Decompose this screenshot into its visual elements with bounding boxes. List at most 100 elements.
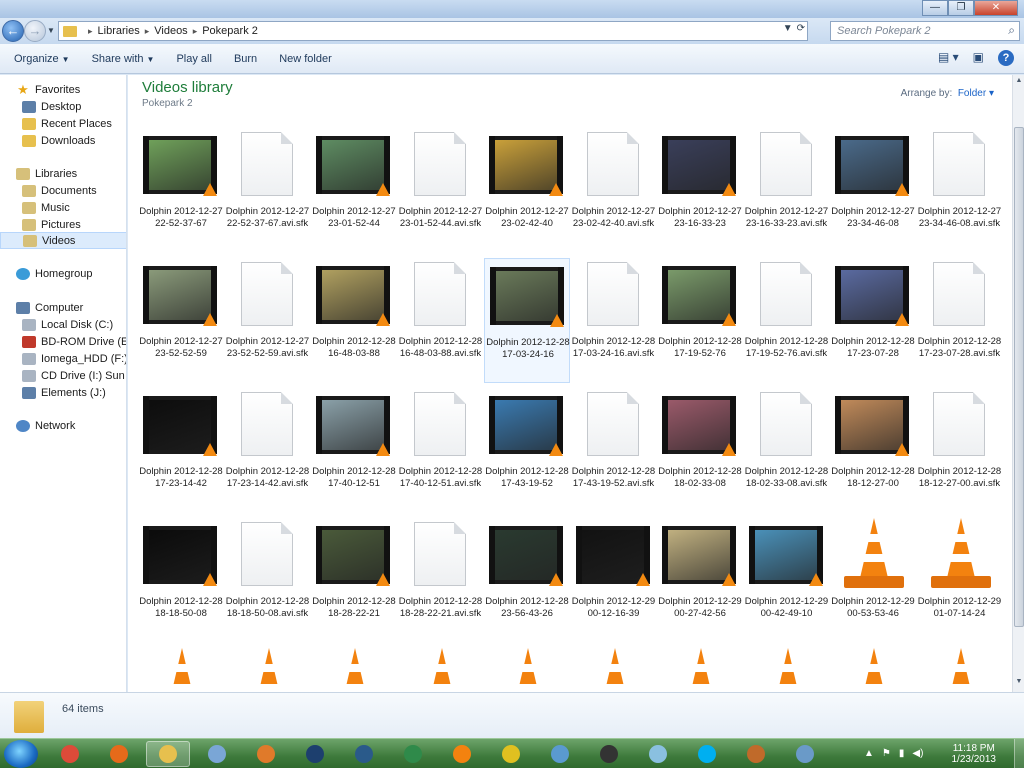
nav-elements[interactable]: Elements (J:) [0, 384, 126, 401]
nav-recent-places[interactable]: Recent Places [0, 115, 126, 132]
nav-downloads[interactable]: Downloads [0, 132, 126, 149]
file-item[interactable]: Dolphin 2012-12-29 00-27-42-56 [657, 518, 743, 643]
flag-icon[interactable]: ⚑ [882, 748, 891, 759]
file-item[interactable]: Dolphin 2012-12-27 23-16-33-23 [657, 128, 743, 253]
taskbar-app[interactable] [685, 741, 729, 767]
maximize-button[interactable]: ❐ [948, 0, 974, 16]
scroll-up-icon[interactable]: ▲ [1014, 77, 1024, 89]
file-item[interactable]: Dolphin 2012-12-27 23-34-46-08 [830, 128, 916, 253]
file-item[interactable]: Dolphin 2012-12-28 18-28-22-21.avi.sfk [398, 518, 484, 643]
taskbar-app[interactable] [538, 741, 582, 767]
scrollbar-thumb[interactable] [1014, 127, 1024, 627]
nav-documents[interactable]: Documents [0, 182, 126, 199]
nav-iomega[interactable]: Iomega_HDD (F:) [0, 350, 126, 367]
close-button[interactable]: ✕ [974, 0, 1018, 16]
file-item[interactable]: Dolphin 2012-12-29 00-12-16-39 [571, 518, 657, 643]
minimize-button[interactable]: — [922, 0, 948, 16]
file-item[interactable]: Dolphin 2012-12-28 18-02-33-08.avi.sfk [744, 388, 830, 513]
file-item[interactable]: Dolphin 2012-12-29 00-53-53-46 [830, 518, 916, 643]
taskbar-app[interactable] [48, 741, 92, 767]
file-item[interactable] [225, 648, 311, 692]
vertical-scrollbar[interactable]: ▲ ▼ [1012, 75, 1024, 692]
file-item[interactable]: Dolphin 2012-12-28 17-19-52-76.avi.sfk [744, 258, 830, 383]
nav-local-disk[interactable]: Local Disk (C:) [0, 316, 126, 333]
nav-favorites[interactable]: ★ Favorites [0, 81, 126, 98]
file-item[interactable]: Dolphin 2012-12-28 17-19-52-76 [657, 258, 743, 383]
back-button[interactable]: ← [2, 20, 24, 42]
file-item[interactable] [138, 648, 224, 692]
start-button[interactable] [4, 740, 38, 768]
file-item[interactable]: Dolphin 2012-12-28 16-48-03-88 [311, 258, 397, 383]
file-item[interactable]: Dolphin 2012-12-28 18-18-50-08 [138, 518, 224, 643]
file-item[interactable]: Dolphin 2012-12-28 23-56-43-26 [484, 518, 570, 643]
nav-music[interactable]: Music [0, 199, 126, 216]
address-bar[interactable]: ▸ Libraries ▸ Videos ▸ Pokepark 2 ▼ ⟳ [58, 21, 808, 41]
help-icon[interactable]: ? [998, 50, 1014, 66]
file-item[interactable]: Dolphin 2012-12-27 23-52-52-59.avi.sfk [225, 258, 311, 383]
nav-computer[interactable]: Computer [0, 299, 126, 316]
taskbar-app[interactable] [440, 741, 484, 767]
file-item[interactable]: Dolphin 2012-12-27 23-01-52-44 [311, 128, 397, 253]
play-all-button[interactable]: Play all [176, 53, 211, 65]
taskbar-app[interactable] [587, 741, 631, 767]
arrange-by[interactable]: Arrange by: Folder ▾ [901, 88, 994, 99]
file-item[interactable] [744, 648, 830, 692]
file-item[interactable] [398, 648, 484, 692]
file-item[interactable] [311, 648, 397, 692]
nav-pictures[interactable]: Pictures [0, 216, 126, 233]
file-item[interactable]: Dolphin 2012-12-27 23-34-46-08.avi.sfk [917, 128, 1003, 253]
nav-libraries[interactable]: Libraries [0, 165, 126, 182]
scroll-down-icon[interactable]: ▼ [1014, 678, 1024, 690]
file-item[interactable]: Dolphin 2012-12-28 18-12-27-00 [830, 388, 916, 513]
file-item[interactable] [830, 648, 916, 692]
file-item[interactable]: Dolphin 2012-12-28 17-23-07-28.avi.sfk [917, 258, 1003, 383]
view-options-icon[interactable]: ▤ ▾ [938, 50, 959, 66]
taskbar-app[interactable] [391, 741, 435, 767]
nav-videos[interactable]: Videos [0, 232, 126, 249]
file-item[interactable]: Dolphin 2012-12-28 18-18-50-08.avi.sfk [225, 518, 311, 643]
preview-pane-icon[interactable]: ▣ [973, 50, 984, 66]
burn-button[interactable]: Burn [234, 53, 257, 65]
clock[interactable]: 11:18 PM 1/23/2013 [952, 743, 997, 765]
nav-network[interactable]: Network [0, 417, 126, 434]
nav-desktop[interactable]: Desktop [0, 98, 126, 115]
refresh-icon[interactable]: ⟳ [797, 23, 805, 34]
taskbar-app[interactable] [293, 741, 337, 767]
file-item[interactable]: Dolphin 2012-12-29 00-42-49-10 [744, 518, 830, 643]
file-item[interactable]: Dolphin 2012-12-28 16-48-03-88.avi.sfk [398, 258, 484, 383]
file-item[interactable]: Dolphin 2012-12-27 23-02-42-40.avi.sfk [571, 128, 657, 253]
file-item[interactable]: Dolphin 2012-12-28 17-03-24-16 [484, 258, 570, 383]
show-hidden-icons-icon[interactable]: ▲ [864, 748, 874, 759]
file-item[interactable]: Dolphin 2012-12-28 17-40-12-51 [311, 388, 397, 513]
window-titlebar[interactable]: — ❐ ✕ [0, 0, 1024, 18]
recent-pages-dropdown[interactable]: ▼ [47, 26, 55, 35]
search-icon[interactable]: ⌕ [1008, 23, 1015, 38]
file-item[interactable]: Dolphin 2012-12-27 23-16-33-23.avi.sfk [744, 128, 830, 253]
file-list-pane[interactable]: Videos library Pokepark 2 Arrange by: Fo… [128, 75, 1012, 692]
volume-icon[interactable]: ◀) [912, 748, 923, 759]
taskbar-app[interactable] [636, 741, 680, 767]
taskbar-app[interactable] [489, 741, 533, 767]
forward-button[interactable]: → [24, 20, 46, 42]
nav-bd-rom[interactable]: BD-ROM Drive (E:) B [0, 333, 126, 350]
taskbar-app[interactable] [146, 741, 190, 767]
file-item[interactable] [484, 648, 570, 692]
nav-cd-drive[interactable]: CD Drive (I:) Sun Bro [0, 367, 126, 384]
file-item[interactable]: Dolphin 2012-12-28 18-12-27-00.avi.sfk [917, 388, 1003, 513]
file-item[interactable]: Dolphin 2012-12-28 17-40-12-51.avi.sfk [398, 388, 484, 513]
file-item[interactable]: Dolphin 2012-12-28 17-23-07-28 [830, 258, 916, 383]
taskbar-app[interactable] [244, 741, 288, 767]
taskbar-app[interactable] [195, 741, 239, 767]
file-item[interactable]: Dolphin 2012-12-27 22-52-37-67.avi.sfk [225, 128, 311, 253]
search-input[interactable]: Search Pokepark 2 ⌕ [830, 21, 1020, 41]
file-item[interactable]: Dolphin 2012-12-27 23-02-42-40 [484, 128, 570, 253]
file-item[interactable] [917, 648, 1003, 692]
show-desktop-button[interactable] [1014, 739, 1024, 768]
address-dropdown-icon[interactable]: ▼ [783, 23, 793, 34]
file-item[interactable]: Dolphin 2012-12-28 17-03-24-16.avi.sfk [571, 258, 657, 383]
file-item[interactable]: Dolphin 2012-12-28 18-28-22-21 [311, 518, 397, 643]
file-item[interactable]: Dolphin 2012-12-28 18-02-33-08 [657, 388, 743, 513]
network-status-icon[interactable]: ▮ [899, 748, 905, 759]
file-item[interactable]: Dolphin 2012-12-27 22-52-37-67 [138, 128, 224, 253]
breadcrumb-libraries[interactable]: Libraries [98, 25, 140, 37]
